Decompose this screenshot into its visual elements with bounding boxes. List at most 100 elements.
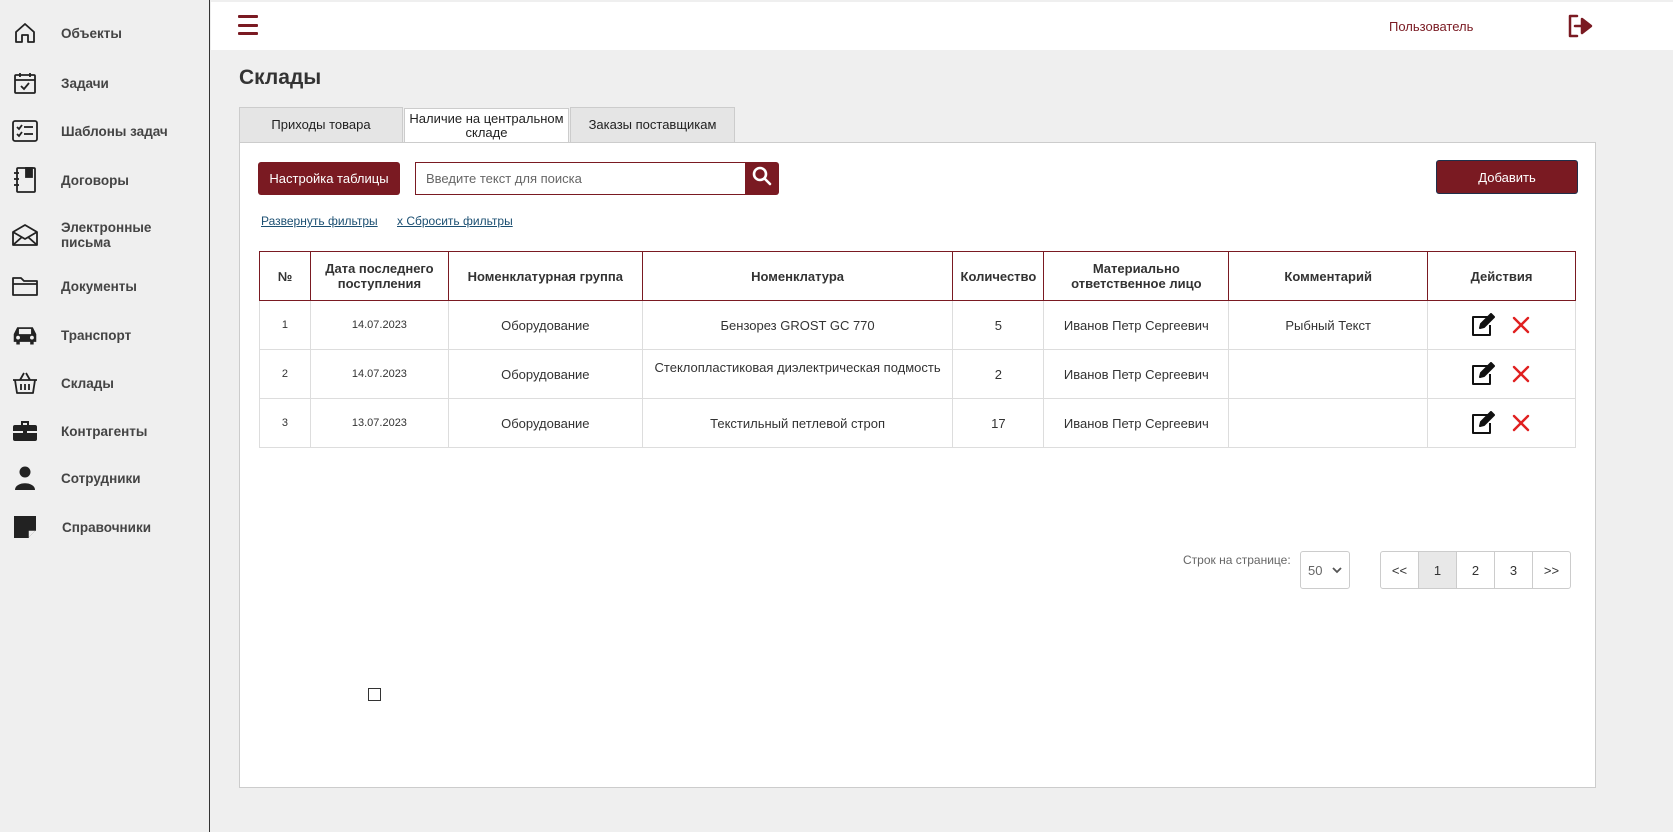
stock-table: № Дата последнего поступления Номенклату… [259, 251, 1576, 448]
column-header-last-receipt-date[interactable]: Дата последнего поступления [309, 251, 449, 301]
cell-responsible: Иванов Петр Сергеевич [1043, 349, 1230, 399]
logout-icon[interactable] [1567, 14, 1595, 38]
sidebar-item-label: Транспорт [61, 327, 132, 343]
add-button[interactable]: Добавить [1436, 160, 1578, 194]
car-icon [12, 322, 38, 348]
delete-icon[interactable] [1508, 313, 1534, 337]
column-header-number[interactable]: № [259, 251, 311, 301]
sidebar: Объекты Задачи Шаблоны задач Договоры Эл… [0, 0, 210, 832]
column-header-actions: Действия [1427, 251, 1576, 301]
expand-filters-link[interactable]: Развернуть фильтры [261, 214, 378, 228]
user-menu-link[interactable]: Пользователь [1389, 19, 1473, 34]
page-first-button[interactable]: << [1380, 551, 1419, 589]
sidebar-item-employees[interactable]: Сотрудники [0, 465, 209, 491]
sidebar-item-task-templates[interactable]: Шаблоны задач [0, 118, 209, 144]
cell-quantity: 2 [952, 349, 1045, 399]
cell-group: Оборудование [447, 398, 643, 448]
basket-icon [12, 370, 38, 396]
home-icon [12, 20, 38, 46]
sidebar-item-label: Документы [61, 278, 137, 294]
cell-actions [1427, 300, 1576, 350]
table-header-row: № Дата последнего поступления Номенклату… [259, 251, 1576, 301]
sidebar-item-label: Задачи [61, 75, 109, 91]
sidebar-item-contracts[interactable]: Договоры [0, 167, 209, 193]
search-input[interactable] [415, 162, 746, 195]
page-button-1[interactable]: 1 [1418, 551, 1457, 589]
sidebar-item-references[interactable]: Справочники [0, 514, 209, 540]
sidebar-item-transport[interactable]: Транспорт [0, 322, 209, 348]
chevron-down-icon [1331, 563, 1343, 580]
reset-filters-link[interactable]: x Сбросить фильтры [397, 214, 513, 228]
envelope-icon [12, 222, 38, 248]
cell-group: Оборудование [447, 349, 643, 399]
column-header-responsible-person[interactable]: Материально ответственное лицо [1043, 251, 1230, 301]
edit-icon[interactable] [1470, 362, 1496, 386]
cell-date: 14.07.2023 [309, 300, 449, 350]
tab-supplier-orders[interactable]: Заказы поставщикам [570, 107, 735, 142]
cell-number: 1 [259, 300, 311, 350]
sidebar-item-label: Справочники [62, 519, 152, 535]
edit-icon[interactable] [1470, 411, 1496, 435]
cell-comment [1228, 398, 1429, 448]
rows-per-page-value: 50 [1308, 562, 1323, 578]
cell-comment [1228, 349, 1429, 399]
cell-group: Оборудование [447, 300, 643, 350]
folder-icon [12, 273, 38, 299]
sidebar-item-label: Контрагенты [61, 423, 148, 439]
cell-date: 14.07.2023 [309, 349, 449, 399]
delete-icon[interactable] [1508, 411, 1534, 435]
sidebar-item-label: Шаблоны задач [61, 123, 168, 139]
cell-item: Стеклопластиковая диэлектрическая подмос… [641, 349, 954, 399]
page-button-2[interactable]: 2 [1456, 551, 1495, 589]
top-header: Пользователь [211, 2, 1673, 50]
page-title: Склады [239, 66, 322, 89]
cell-actions [1427, 349, 1576, 399]
sticky-note-icon [12, 514, 38, 540]
content-panel: Настройка таблицы Добавить Развернуть фи… [239, 142, 1596, 788]
cell-number: 2 [259, 349, 311, 399]
calendar-check-icon [12, 70, 38, 96]
sidebar-item-label: Договоры [61, 172, 129, 188]
pagination: << 1 2 3 >> [1380, 551, 1571, 589]
briefcase-icon [12, 418, 38, 444]
cell-number: 3 [259, 398, 311, 448]
page-button-3[interactable]: 3 [1494, 551, 1533, 589]
cell-responsible: Иванов Петр Сергеевич [1043, 300, 1230, 350]
sidebar-item-emails[interactable]: Электронные письма [0, 220, 209, 250]
cell-item: Текстильный петлевой строп [641, 398, 954, 448]
column-header-item[interactable]: Номенклатура [641, 251, 954, 301]
cell-quantity: 5 [952, 300, 1045, 350]
cell-quantity: 17 [952, 398, 1045, 448]
column-header-item-group[interactable]: Номенклатурная группа [447, 251, 643, 301]
sidebar-item-label: Склады [61, 375, 114, 391]
cell-item: Бензорез GROST GC 770 [641, 300, 954, 350]
search-icon [752, 166, 772, 191]
edit-icon[interactable] [1470, 313, 1496, 337]
sidebar-item-documents[interactable]: Документы [0, 273, 209, 299]
table-row: 2 14.07.2023 Оборудование Стеклопластико… [259, 349, 1576, 399]
tab-goods-receipts[interactable]: Приходы товара [239, 107, 403, 142]
checkbox[interactable] [368, 688, 381, 701]
notebook-icon [12, 167, 38, 193]
sidebar-item-warehouses[interactable]: Склады [0, 370, 209, 396]
column-header-quantity[interactable]: Количество [952, 251, 1045, 301]
checklist-icon [12, 118, 38, 144]
search-button[interactable] [745, 162, 779, 195]
cell-date: 13.07.2023 [309, 398, 449, 448]
table-settings-button[interactable]: Настройка таблицы [258, 162, 400, 195]
rows-per-page-select[interactable]: 50 [1300, 551, 1350, 589]
column-header-comment[interactable]: Комментарий [1228, 251, 1429, 301]
sidebar-item-label: Сотрудники [61, 470, 141, 486]
cell-actions [1427, 398, 1576, 448]
table-row: 1 14.07.2023 Оборудование Бензорез GROST… [259, 300, 1576, 350]
sidebar-item-counterparties[interactable]: Контрагенты [0, 418, 209, 444]
menu-toggle-icon[interactable] [238, 15, 258, 35]
table-row: 3 13.07.2023 Оборудование Текстильный пе… [259, 398, 1576, 448]
delete-icon[interactable] [1508, 362, 1534, 386]
cell-comment: Рыбный Текст [1228, 300, 1429, 350]
sidebar-item-objects[interactable]: Объекты [0, 20, 209, 46]
sidebar-item-tasks[interactable]: Задачи [0, 70, 209, 96]
page-last-button[interactable]: >> [1532, 551, 1571, 589]
tab-central-stock[interactable]: Наличие на центральном складе [404, 108, 569, 142]
rows-per-page-label: Строк на странице: [1183, 553, 1291, 567]
